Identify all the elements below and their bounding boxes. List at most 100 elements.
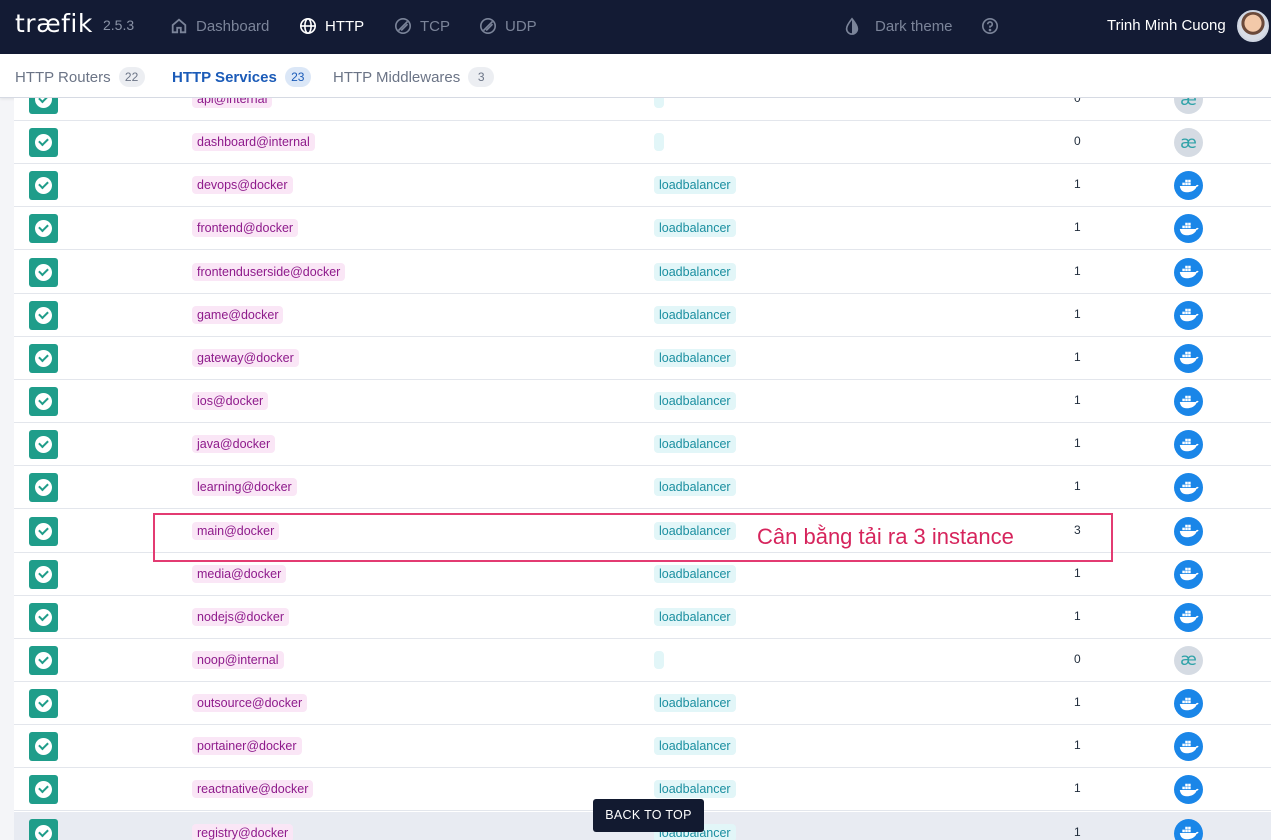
- traefik-internal-icon: æ: [1174, 98, 1203, 114]
- status-success-icon: [29, 387, 58, 417]
- avatar[interactable]: [1237, 10, 1269, 42]
- table-row[interactable]: noop@internal 0 æ: [14, 639, 1271, 682]
- services-table: api@internal 0 æ dashboard@internal 0 æ devops…: [14, 98, 1271, 840]
- traefik-logo[interactable]: træfik: [15, 9, 93, 38]
- user-name[interactable]: Trinh Minh Cuong: [1107, 17, 1226, 34]
- service-type: [654, 650, 664, 669]
- nav-http-label: HTTP: [325, 17, 365, 35]
- tab-http-middlewares-count: 3: [468, 67, 495, 87]
- service-type: loadbalancer: [654, 348, 736, 367]
- service-name: ios@docker: [192, 392, 269, 411]
- service-name: frontend@docker: [192, 219, 299, 238]
- table-row[interactable]: devops@docker loadbalancer 1: [14, 164, 1271, 208]
- server-count: 1: [1074, 263, 1081, 278]
- status-success-icon: [29, 732, 58, 762]
- server-count: 0: [1074, 134, 1081, 149]
- nav-http[interactable]: HTTP: [299, 15, 364, 37]
- server-count: 1: [1074, 393, 1081, 408]
- server-count: 1: [1074, 565, 1081, 580]
- docker-icon: [1174, 602, 1203, 632]
- table-row[interactable]: outsource@docker loadbalancer 1: [14, 682, 1271, 726]
- tab-http-services-count: 23: [284, 67, 311, 87]
- droplet-icon: [845, 17, 859, 35]
- annotation-text: Cân bằng tải ra 3 instance: [757, 524, 1014, 549]
- status-success-icon: [29, 645, 58, 675]
- service-type: loadbalancer: [654, 478, 736, 497]
- udp-icon: [479, 17, 497, 35]
- home-icon: [171, 18, 187, 34]
- table-row[interactable]: api@internal 0 æ: [14, 98, 1271, 121]
- service-type: loadbalancer: [654, 176, 736, 195]
- server-count: 1: [1074, 479, 1081, 494]
- table-row[interactable]: game@docker loadbalancer 1: [14, 294, 1271, 337]
- service-name: nodejs@docker: [192, 607, 290, 626]
- service-name: gateway@docker: [192, 348, 299, 367]
- status-success-icon: [29, 818, 58, 840]
- docker-icon: [1174, 430, 1203, 460]
- service-type: loadbalancer: [654, 780, 736, 799]
- service-name: game@docker: [192, 305, 284, 324]
- nav-dashboard[interactable]: Dashboard: [170, 15, 269, 37]
- docker-icon: [1174, 775, 1203, 805]
- nav-dashboard-label: Dashboard: [196, 17, 270, 35]
- tab-http-middlewares[interactable]: HTTP Middlewares 3: [333, 67, 495, 87]
- status-success-icon: [29, 171, 58, 201]
- table-row[interactable]: dashboard@internal 0 æ: [14, 121, 1271, 165]
- docker-icon: [1174, 171, 1203, 201]
- help-button[interactable]: [981, 15, 999, 37]
- back-to-top-button[interactable]: BACK TO TOP: [593, 799, 704, 832]
- nav-tcp[interactable]: TCP: [394, 15, 450, 37]
- service-type: loadbalancer: [654, 305, 736, 324]
- tab-http-services-label: HTTP Services: [172, 68, 277, 86]
- tab-http-services[interactable]: HTTP Services 23: [172, 67, 311, 87]
- server-count: 1: [1074, 738, 1081, 753]
- service-type: loadbalancer: [654, 219, 736, 238]
- service-type: [654, 133, 664, 152]
- server-count: 1: [1074, 220, 1081, 235]
- status-success-icon: [29, 775, 58, 805]
- docker-icon: [1174, 689, 1203, 719]
- table-row[interactable]: ios@docker loadbalancer 1: [14, 380, 1271, 424]
- table-row[interactable]: portainer@docker loadbalancer 1: [14, 725, 1271, 769]
- server-count: 1: [1074, 824, 1081, 839]
- table-row[interactable]: frontenduserside@docker loadbalancer 1: [14, 251, 1271, 294]
- server-count: 0: [1074, 651, 1081, 666]
- status-success-icon: [29, 473, 58, 503]
- service-name: media@docker: [192, 564, 287, 583]
- table-row[interactable]: java@docker loadbalancer 1: [14, 423, 1271, 467]
- tcp-icon: [394, 17, 412, 35]
- service-type: loadbalancer: [654, 564, 736, 583]
- traefik-internal-icon: æ: [1174, 645, 1203, 675]
- table-row[interactable]: gateway@docker loadbalancer 1: [14, 337, 1271, 380]
- service-type: loadbalancer: [654, 737, 736, 756]
- nav-udp-label: UDP: [505, 17, 537, 35]
- service-name: learning@docker: [192, 478, 297, 497]
- service-name: java@docker: [192, 435, 276, 454]
- service-type: loadbalancer: [654, 262, 736, 281]
- docker-icon: [1174, 473, 1203, 503]
- tab-http-routers-label: HTTP Routers: [15, 68, 111, 86]
- services-tabbar: HTTP Routers 22 HTTP Services 23 HTTP Mi…: [0, 54, 1271, 98]
- docker-icon: [1174, 343, 1203, 373]
- table-row[interactable]: frontend@docker loadbalancer 1: [14, 207, 1271, 251]
- status-success-icon: [29, 689, 58, 719]
- service-type: loadbalancer: [654, 694, 736, 713]
- tab-http-routers[interactable]: HTTP Routers 22: [15, 67, 145, 87]
- docker-icon: [1174, 300, 1203, 330]
- service-type: loadbalancer: [654, 607, 736, 626]
- globe-icon: [299, 17, 317, 35]
- status-success-icon: [29, 559, 58, 589]
- top-navbar: træfik 2.5.3 Dashboard HTTP TCP UDP Dark…: [0, 0, 1271, 54]
- theme-toggle[interactable]: Dark theme: [843, 15, 953, 37]
- service-name: frontenduserside@docker: [192, 262, 346, 281]
- server-count: 1: [1074, 436, 1081, 451]
- nav-tcp-label: TCP: [420, 17, 450, 35]
- service-type: loadbalancer: [654, 435, 736, 454]
- tab-http-routers-count: 22: [118, 67, 145, 87]
- nav-udp[interactable]: UDP: [479, 15, 537, 37]
- table-row[interactable]: nodejs@docker loadbalancer 1: [14, 596, 1271, 639]
- status-success-icon: [29, 343, 58, 373]
- status-success-icon: [29, 300, 58, 330]
- table-row[interactable]: learning@docker loadbalancer 1: [14, 466, 1271, 510]
- theme-toggle-label: Dark theme: [875, 17, 953, 35]
